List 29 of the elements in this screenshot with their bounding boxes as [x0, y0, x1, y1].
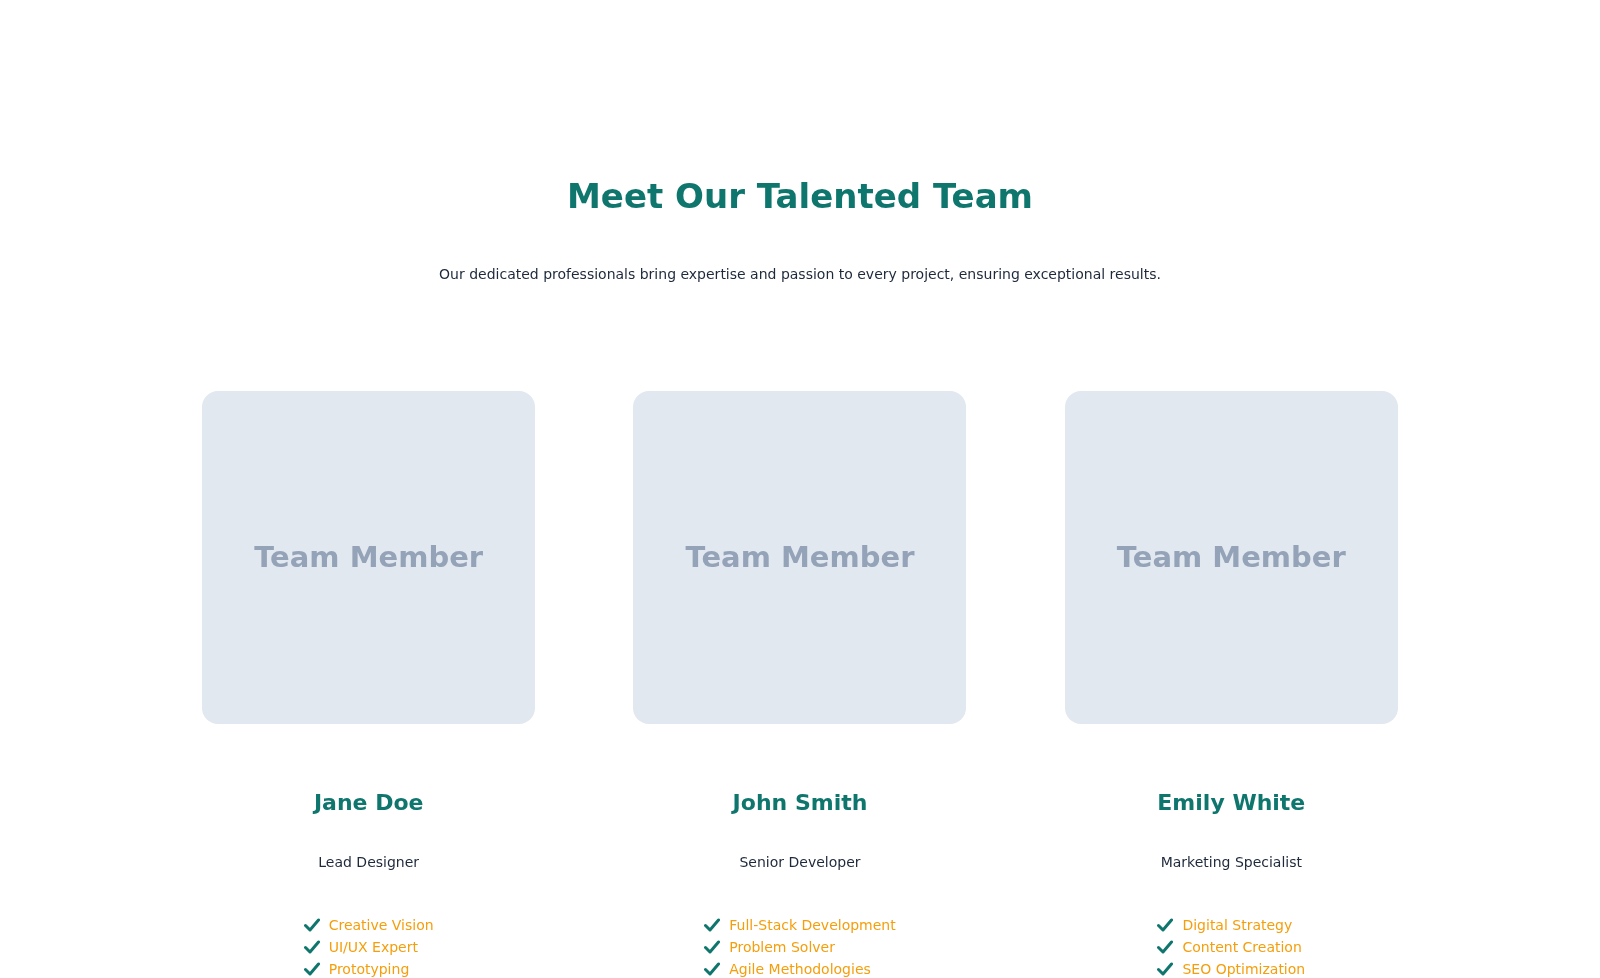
skill-label: Full-Stack Development [729, 915, 896, 935]
placeholder-label: Team Member [1116, 538, 1346, 576]
placeholder-label: Team Member [685, 538, 915, 576]
check-icon [704, 940, 721, 954]
skill-label: Creative Vision [328, 915, 434, 935]
section-heading: Meet Our Talented Team [567, 175, 1033, 218]
member-role: Senior Developer [739, 853, 861, 872]
check-icon [704, 918, 721, 932]
section-subtitle: Our dedicated professionals bring expertise and passion to every project, ensuring exceptional results. [439, 265, 1161, 284]
skill-label: Problem Solver [729, 937, 835, 957]
skill-label: Prototyping [328, 959, 410, 978]
member-role: Marketing Specialist [1160, 853, 1302, 872]
check-icon [1157, 940, 1174, 954]
placeholder-label: Team Member [254, 538, 484, 576]
check-icon [303, 940, 320, 954]
member-role: Lead Designer [318, 853, 420, 872]
check-icon [1157, 962, 1174, 976]
check-icon [303, 918, 320, 932]
check-icon [303, 962, 320, 976]
member-name: Emily White [1157, 789, 1306, 817]
skill-label: UI/UX Expert [328, 937, 418, 957]
check-icon [704, 962, 721, 976]
member-name: John Smith [732, 789, 868, 817]
member-name: Jane Doe [313, 789, 424, 817]
skill-label: Digital Strategy [1182, 915, 1293, 935]
check-icon [1157, 918, 1174, 932]
skill-label: Content Creation [1182, 937, 1302, 957]
skill-label: SEO Optimization [1182, 959, 1306, 978]
skill-label: Agile Methodologies [729, 959, 871, 978]
